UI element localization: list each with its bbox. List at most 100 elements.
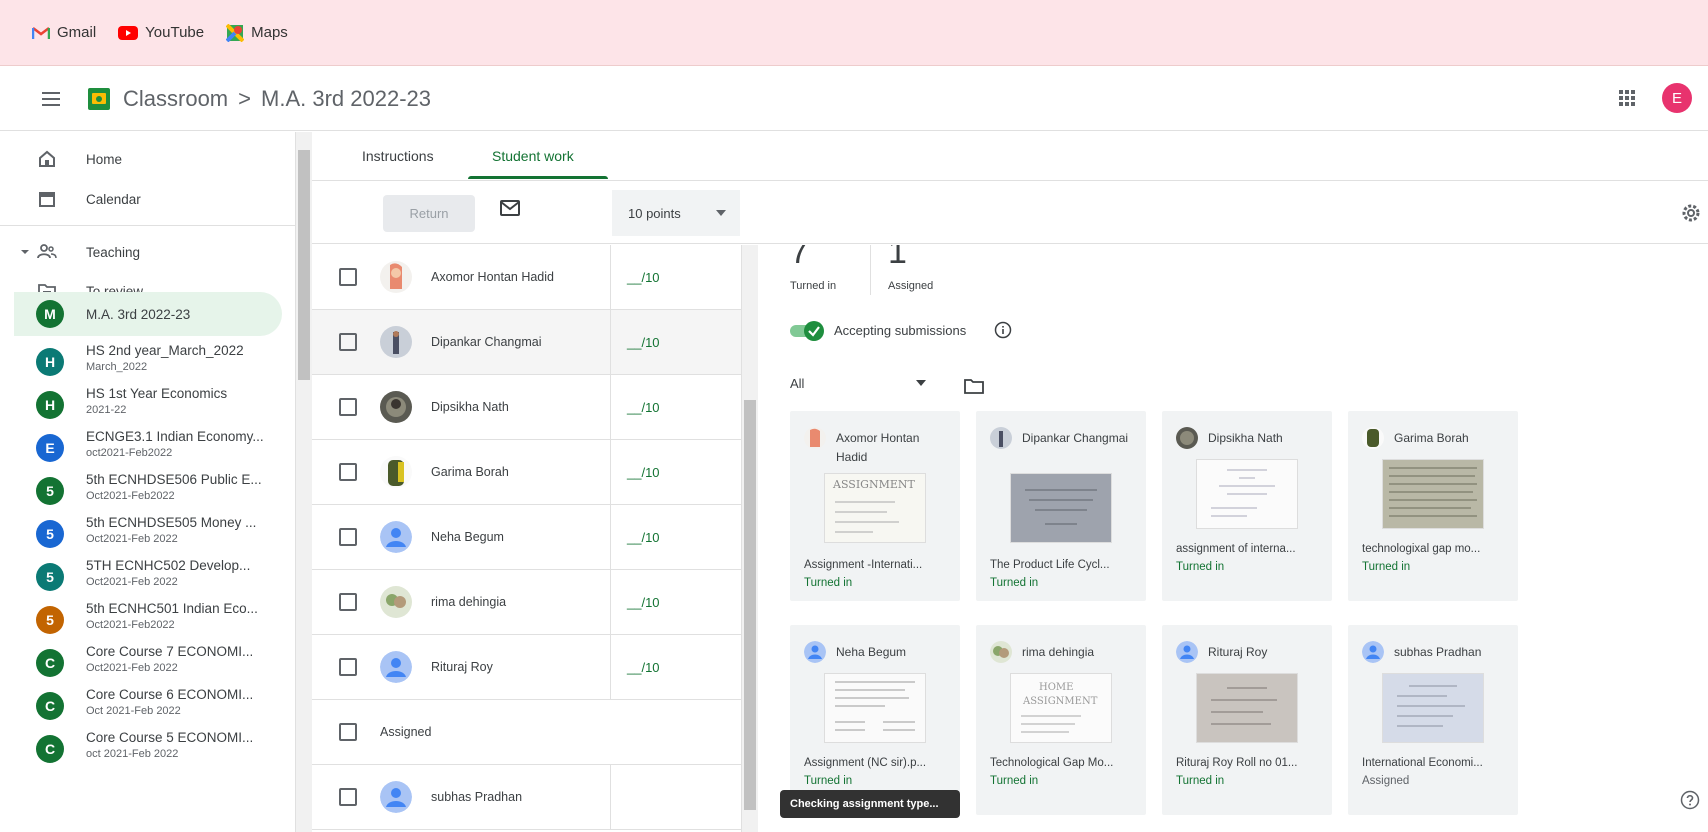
toolbar: Return 10 points: [312, 182, 1708, 244]
student-row[interactable]: Garima Borah __/10: [312, 440, 741, 505]
file-thumbnail[interactable]: [1382, 459, 1484, 529]
file-thumbnail[interactable]: [824, 673, 926, 743]
accepting-label: Accepting submissions: [834, 323, 967, 338]
file-thumbnail[interactable]: [1196, 459, 1298, 529]
submission-card[interactable]: rima dehingia HOME ASSIGNMENT Technologic…: [976, 625, 1146, 815]
list-scrollbar-thumb[interactable]: [744, 400, 756, 810]
submission-card[interactable]: Garima Borah technologixal gap mo... Tur…: [1348, 411, 1518, 601]
bookmark-gmail[interactable]: Gmail: [32, 24, 96, 41]
file-thumbnail[interactable]: [1196, 673, 1298, 743]
info-icon[interactable]: [994, 321, 1012, 339]
row-checkbox[interactable]: [339, 593, 357, 611]
card-student-name: Garima Borah: [1394, 431, 1469, 445]
classroom-logo-icon[interactable]: [88, 87, 110, 110]
row-checkbox[interactable]: [339, 658, 357, 676]
filter-select[interactable]: All: [790, 375, 926, 399]
points-select[interactable]: 10 points: [612, 190, 740, 236]
breadcrumb-separator: >: [238, 85, 251, 111]
grade-cell[interactable]: [610, 765, 741, 829]
student-row[interactable]: rima dehingia __/10: [312, 570, 741, 635]
student-avatar: [804, 427, 826, 449]
grade-cell[interactable]: __/10: [610, 375, 741, 439]
assigned-section-header[interactable]: Assigned: [312, 700, 741, 765]
row-checkbox[interactable]: [339, 398, 357, 416]
apps-grid-icon[interactable]: [1618, 89, 1636, 107]
submission-status: Turned in: [1176, 775, 1225, 787]
sidebar-class-8[interactable]: C Core Course 7 ECONOMI... Oct2021-Feb 2…: [14, 640, 282, 686]
sidebar-class-2[interactable]: H HS 1st Year Economics 2021-22: [14, 382, 282, 428]
bookmark-youtube[interactable]: YouTube: [118, 24, 204, 41]
card-student-name: rima dehingia: [1022, 645, 1095, 659]
row-checkbox[interactable]: [339, 463, 357, 481]
row-checkbox[interactable]: [339, 788, 357, 806]
submission-status: Turned in: [990, 775, 1039, 787]
status-toast: Checking assignment type...: [780, 790, 960, 818]
sidebar-class-6[interactable]: 5 5TH ECNHC502 Develop... Oct2021-Feb 20…: [14, 554, 282, 600]
grade-cell[interactable]: __/10: [610, 245, 741, 309]
submission-card[interactable]: Dipsikha Nath assignment of interna... T…: [1162, 411, 1332, 601]
student-avatar: [380, 261, 412, 293]
sidebar-class-3[interactable]: E ECNGE3.1 Indian Economy... oct2021-Feb…: [14, 425, 282, 471]
gear-icon[interactable]: [1680, 202, 1702, 224]
submissions-pane: 7 Turned in 1 Assigned Accepting submiss…: [758, 245, 1708, 832]
submission-card[interactable]: Rituraj Roy Rituraj Roy Roll no 01... Tu…: [1162, 625, 1332, 815]
bookmarks-bar: Gmail YouTube Maps: [0, 0, 1708, 66]
sidebar-item-calendar[interactable]: Calendar: [14, 176, 282, 222]
help-icon[interactable]: [1680, 790, 1700, 810]
file-title: The Product Life Cycl...: [990, 559, 1110, 571]
svg-text:HOME: HOME: [1039, 682, 1073, 693]
file-thumbnail[interactable]: ASSIGNMENT: [824, 473, 926, 543]
file-thumbnail[interactable]: [1382, 673, 1484, 743]
grade-cell[interactable]: __/10: [610, 440, 741, 504]
assigned-label: Assigned: [888, 280, 934, 292]
account-avatar[interactable]: E: [1662, 83, 1692, 113]
sidebar-scrollbar-thumb[interactable]: [298, 150, 310, 380]
submission-card[interactable]: subhas Pradhan International Economi... …: [1348, 625, 1518, 815]
class-subtitle: 2021-22: [86, 404, 127, 416]
sidebar-class-10[interactable]: C Core Course 5 ECONOMI... oct 2021-Feb …: [14, 726, 282, 772]
student-row[interactable]: Dipsikha Nath __/10: [312, 375, 741, 440]
bookmark-maps[interactable]: Maps: [226, 23, 288, 42]
sidebar-class-7[interactable]: 5 5th ECNHC501 Indian Eco... Oct2021-Feb…: [14, 597, 282, 643]
return-button[interactable]: Return: [383, 195, 475, 232]
row-checkbox[interactable]: [339, 528, 357, 546]
grade-cell[interactable]: __/10: [610, 570, 741, 634]
grade-cell[interactable]: __/10: [610, 310, 741, 374]
sidebar-class-4[interactable]: 5 5th ECNHDSE506 Public E... Oct2021-Feb…: [14, 468, 282, 514]
folder-icon[interactable]: [964, 378, 984, 394]
card-student-name: Dipsikha Nath: [1208, 431, 1283, 445]
class-subtitle: Oct2021-Feb 2022: [86, 662, 178, 674]
file-title: assignment of interna...: [1176, 543, 1296, 555]
student-row[interactable]: Rituraj Roy __/10: [312, 635, 741, 700]
submission-card[interactable]: Dipankar Changmai The Product Life Cycl.…: [976, 411, 1146, 601]
sidebar-class-1[interactable]: H HS 2nd year_March_2022 March_2022: [14, 339, 282, 385]
tab-student-work[interactable]: Student work: [492, 148, 574, 164]
grade-cell[interactable]: __/10: [610, 635, 741, 699]
submission-card[interactable]: Neha Begum Assignment (NC sir).p... Turn…: [790, 625, 960, 815]
tab-instructions[interactable]: Instructions: [362, 148, 434, 164]
class-name: HS 1st Year Economics: [86, 386, 228, 401]
student-row[interactable]: Neha Begum __/10: [312, 505, 741, 570]
row-checkbox[interactable]: [339, 333, 357, 351]
breadcrumb-class[interactable]: M.A. 3rd 2022-23: [261, 86, 431, 112]
accepting-toggle[interactable]: [790, 321, 826, 341]
file-thumbnail[interactable]: [1010, 473, 1112, 543]
email-icon[interactable]: [499, 199, 521, 217]
row-checkbox[interactable]: [339, 723, 357, 741]
submission-card[interactable]: Axomor Hontan Hadid ASSIGNMENT Assignmen…: [790, 411, 960, 601]
grade-cell[interactable]: __/10: [610, 505, 741, 569]
chevron-down-icon[interactable]: [20, 247, 30, 257]
sidebar-class-9[interactable]: C Core Course 6 ECONOMI... Oct 2021-Feb …: [14, 683, 282, 729]
student-row[interactable]: Dipankar Changmai __/10: [312, 310, 741, 375]
student-name: Neha Begum: [431, 530, 504, 544]
sidebar-class-0[interactable]: M M.A. 3rd 2022-23: [14, 292, 282, 336]
row-checkbox[interactable]: [339, 268, 357, 286]
student-row[interactable]: subhas Pradhan: [312, 765, 741, 830]
student-row[interactable]: Axomor Hontan Hadid __/10: [312, 245, 741, 310]
sidebar-class-5[interactable]: 5 5th ECNHDSE505 Money ... Oct2021-Feb 2…: [14, 511, 282, 557]
hamburger-menu-icon[interactable]: [42, 91, 60, 106]
maps-icon: [226, 23, 245, 42]
breadcrumb-app[interactable]: Classroom: [123, 86, 228, 112]
file-thumbnail[interactable]: HOME ASSIGNMENT: [1010, 673, 1112, 743]
student-name: Garima Borah: [431, 465, 509, 479]
